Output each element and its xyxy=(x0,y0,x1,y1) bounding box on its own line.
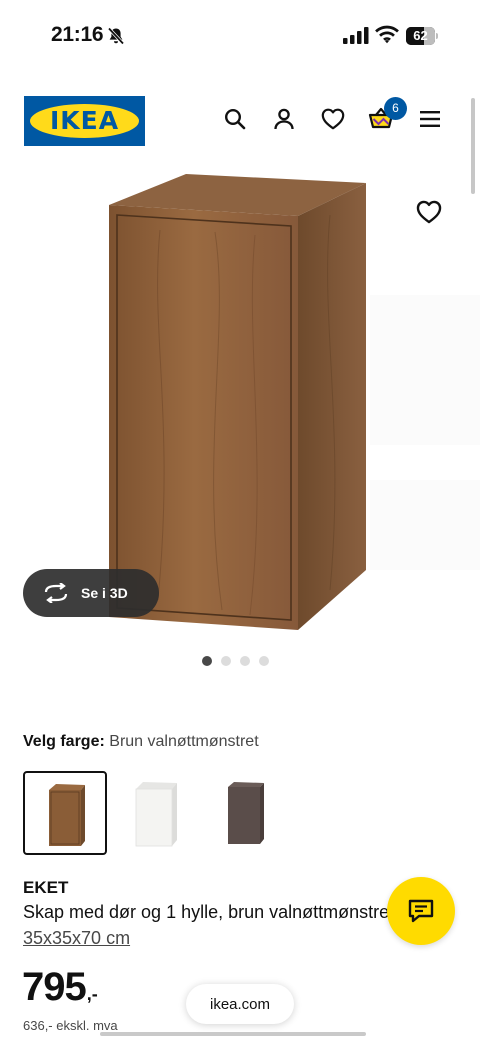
product-favorite-icon[interactable] xyxy=(416,200,442,224)
price-suffix: ,- xyxy=(86,984,98,1004)
chat-button[interactable] xyxy=(387,877,455,945)
view-3d-label: Se i 3D xyxy=(81,585,128,601)
pagination-dot[interactable] xyxy=(202,656,212,666)
pagination-dot[interactable] xyxy=(221,656,231,666)
pagination-dot[interactable] xyxy=(259,656,269,666)
ikea-logo[interactable]: IKEA xyxy=(24,96,145,146)
color-swatch-brown[interactable] xyxy=(23,771,107,855)
product-image[interactable] xyxy=(0,160,480,640)
logo-text: IKEA xyxy=(49,106,120,135)
account-button[interactable] xyxy=(271,106,297,132)
cart-count-badge: 6 xyxy=(384,97,407,120)
site-header: IKEA xyxy=(0,90,480,154)
heart-icon xyxy=(321,108,345,130)
color-label: Velg farge: xyxy=(23,733,105,750)
color-swatch-dark-grey[interactable] xyxy=(204,771,288,855)
home-indicator[interactable] xyxy=(100,1032,366,1036)
cellular-signal-icon xyxy=(343,27,369,44)
color-value: Brun valnøttmønstret xyxy=(109,733,259,750)
product-name: EKET xyxy=(23,878,69,897)
battery-indicator: 62 xyxy=(406,27,438,45)
menu-button[interactable] xyxy=(417,106,443,132)
product-size-link[interactable]: 35x35x70 cm xyxy=(23,928,130,949)
color-selector-heading: Velg farge: Brun valnøttmønstret xyxy=(23,733,259,751)
color-swatch-white[interactable] xyxy=(115,771,199,855)
search-button[interactable] xyxy=(222,106,248,132)
favorites-button[interactable] xyxy=(320,106,346,132)
browser-url-bar[interactable]: ikea.com xyxy=(186,984,294,1024)
status-time: 21:16 xyxy=(51,23,104,46)
bell-off-icon xyxy=(107,27,125,45)
wifi-icon xyxy=(375,25,399,44)
rotate-3d-icon xyxy=(44,583,68,603)
price-excl-vat: 636,- ekskl. mva xyxy=(23,1018,118,1033)
search-icon xyxy=(224,108,246,130)
status-bar: 21:16 62 xyxy=(0,0,480,70)
battery-level: 62 xyxy=(413,28,428,43)
price-amount: 795 xyxy=(22,965,87,1009)
product-price: 795 ,- xyxy=(22,965,98,1010)
image-pagination xyxy=(202,656,269,666)
chat-icon xyxy=(408,899,434,923)
user-icon xyxy=(274,108,294,130)
hamburger-menu-icon xyxy=(420,111,440,127)
pagination-dot[interactable] xyxy=(240,656,250,666)
view-3d-button[interactable]: Se i 3D xyxy=(23,569,159,617)
product-description: Skap med dør og 1 hylle, brun valnøttmøn… xyxy=(23,902,393,922)
